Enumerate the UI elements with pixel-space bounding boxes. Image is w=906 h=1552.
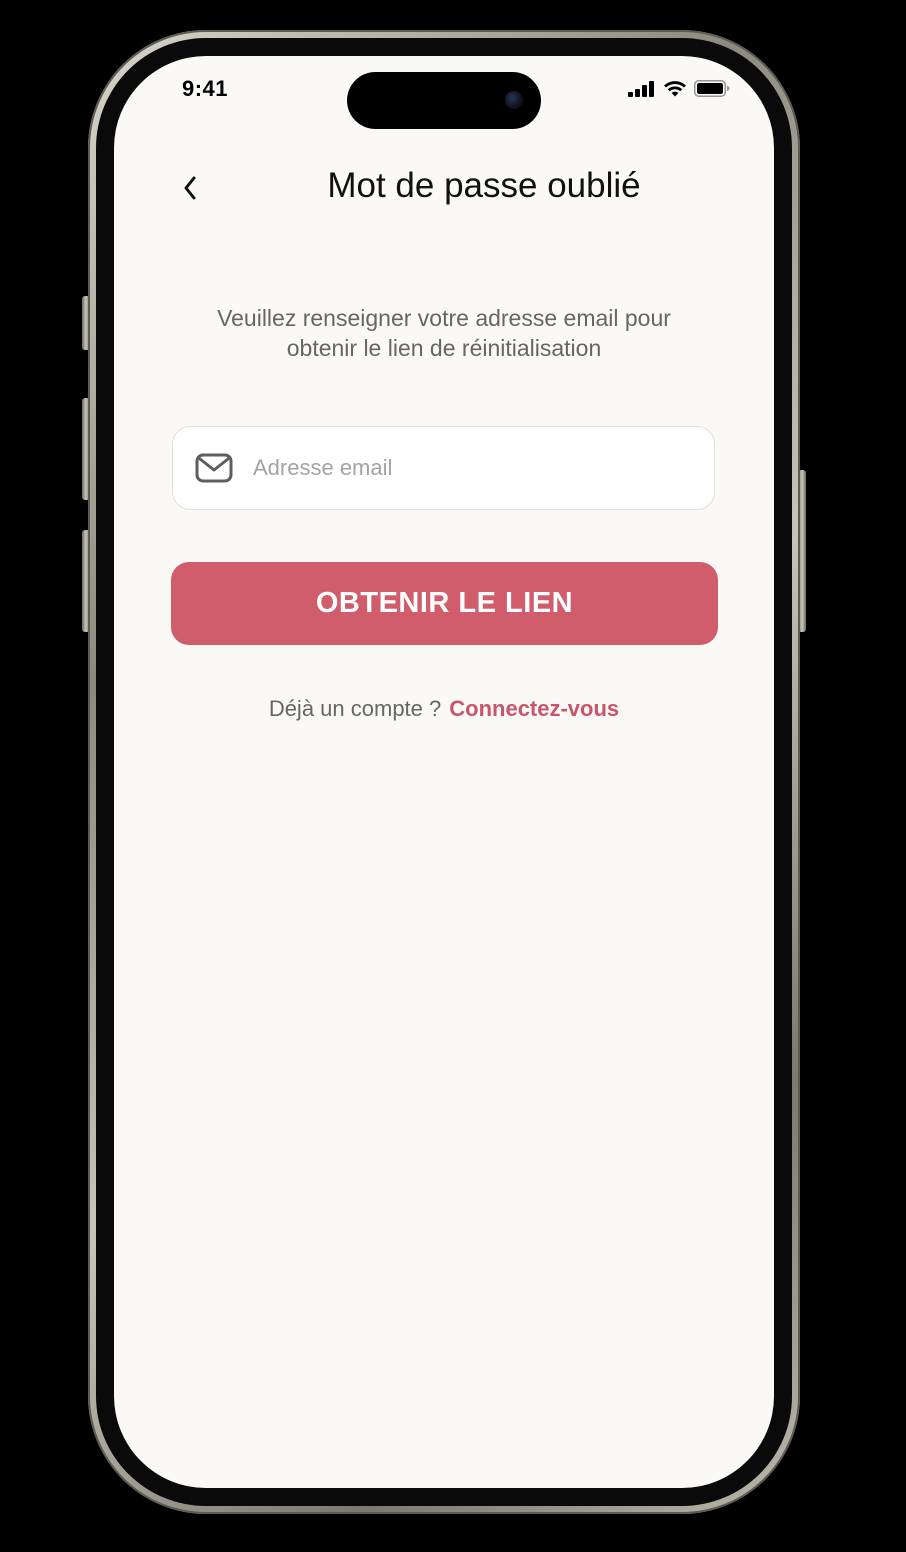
login-link[interactable]: Connectez-vous: [449, 696, 619, 721]
dynamic-island: [347, 72, 541, 129]
phone-screen: 9:41 Mot de passe oublié Veuillez rensei…: [114, 56, 774, 1488]
back-button[interactable]: [172, 168, 208, 208]
page-title: Mot de passe oublié: [327, 166, 641, 205]
instructions-line-2: obtenir le lien de réinitialisation: [286, 335, 602, 361]
battery-icon: [694, 80, 730, 97]
instructions-text: Veuillez renseigner votre adresse email …: [174, 303, 714, 363]
instructions-line-1: Veuillez renseigner votre adresse email …: [217, 305, 671, 331]
get-link-button[interactable]: OBTENIR LE LIEN: [171, 562, 718, 645]
mail-icon: [195, 452, 235, 484]
status-time: 9:41: [182, 76, 229, 101]
stage: 9:41 Mot de passe oublié Veuillez rensei…: [0, 0, 906, 1552]
login-prompt: Déjà un compte ? Connectez-vous: [174, 696, 714, 722]
chevron-left-icon: [184, 176, 196, 200]
email-field[interactable]: [172, 426, 715, 510]
wifi-icon: [664, 81, 686, 97]
front-camera: [505, 91, 523, 109]
cellular-signal-icon: [628, 80, 654, 97]
status-icons: [628, 80, 730, 97]
login-prompt-text: Déjà un compte ?: [268, 696, 442, 721]
email-input[interactable]: [251, 454, 675, 482]
